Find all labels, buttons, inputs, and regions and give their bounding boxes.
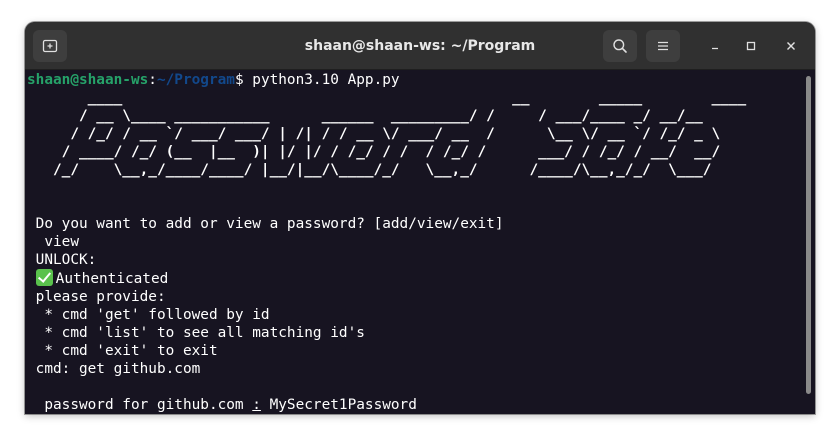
- password-label: password for github.com: [27, 397, 253, 413]
- cmd-get-line: * cmd 'get' followed by id: [27, 307, 270, 323]
- search-icon: [613, 39, 627, 53]
- ascii-banner-line: / /_/ / __ `/ ___/ ___/ | /| / / __ \/ _…: [27, 126, 721, 142]
- answer-line: view: [27, 234, 79, 250]
- new-tab-icon: [42, 39, 58, 53]
- question-line: Do you want to add or view a password? […: [27, 216, 504, 232]
- minimize-button[interactable]: [703, 34, 727, 58]
- prompt-path: ~/Program: [156, 72, 235, 88]
- new-tab-button[interactable]: [33, 30, 67, 62]
- password-value: MySecret1Password: [260, 397, 417, 413]
- cmd-list-line: * cmd 'list' to see all matching id's: [27, 325, 365, 341]
- ascii-banner-line: / ____/ /_/ (__ |__ )| |/ |/ / /_/ / / /…: [27, 144, 721, 160]
- authenticated-text: Authenticated: [55, 271, 169, 287]
- close-icon: [787, 42, 795, 50]
- check-mark-icon: [35, 269, 53, 286]
- password-separator: :: [252, 397, 261, 413]
- search-button[interactable]: [603, 30, 637, 62]
- maximize-icon: [746, 41, 756, 51]
- terminal-text: shaan@shaan-ws:~/Program$ python3.10 App…: [27, 71, 746, 414]
- cmd-exit-line: * cmd 'exit' to exit: [27, 343, 218, 359]
- prompt-colon: :: [148, 72, 157, 88]
- prompt-symbol: $: [234, 72, 253, 88]
- provide-line: please provide:: [27, 289, 166, 305]
- vertical-scrollbar[interactable]: [806, 76, 811, 394]
- ascii-banner-line: / __ \____ ___________ ______ _________/…: [27, 108, 703, 124]
- hamburger-menu-icon: [658, 41, 668, 51]
- ascii-banner-line: ____ __ _____ ____: [27, 90, 747, 106]
- close-button[interactable]: [779, 34, 803, 58]
- menu-button[interactable]: [646, 30, 680, 62]
- minimize-icon: [712, 47, 718, 50]
- command-text: python3.10 App.py: [252, 72, 400, 88]
- window-title: shaan@shaan-ws: ~/Program: [304, 38, 536, 54]
- title-bar: shaan@shaan-ws: ~/Program: [25, 22, 815, 70]
- prompt-user: shaan@shaan-ws: [27, 72, 149, 88]
- maximize-button[interactable]: [739, 34, 763, 58]
- unlock-line: UNLOCK:: [27, 252, 97, 268]
- cmd-entry-line: cmd: get github.com: [27, 361, 201, 377]
- terminal-window: shaan@shaan-ws: ~/Program shaan@shaan-ws…: [25, 22, 815, 414]
- terminal-output-area[interactable]: shaan@shaan-ws:~/Program$ python3.10 App…: [25, 70, 815, 414]
- ascii-banner-line: /_/ \__,_/____/____/ |__/|__/\____/_/ \_…: [27, 162, 712, 178]
